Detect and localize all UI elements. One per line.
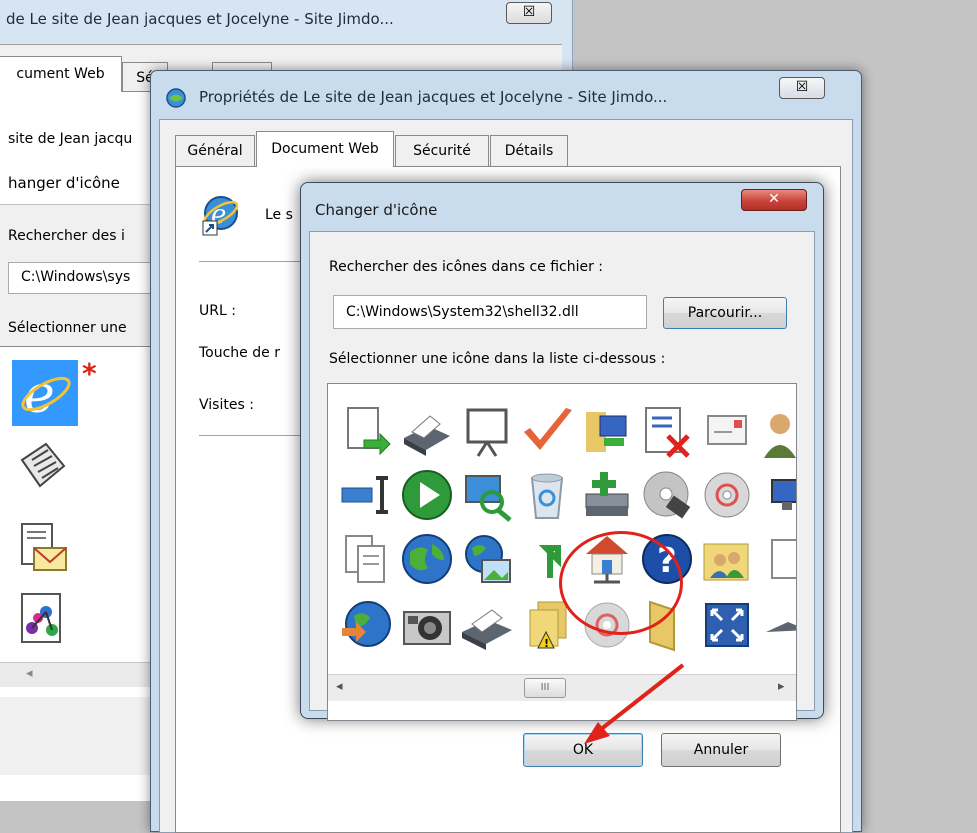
file-path-input[interactable]: C:\Windows\System32\shell32.dll <box>333 295 647 329</box>
fullscreen-icon[interactable] <box>698 596 756 654</box>
close-icon: ✕ <box>768 191 780 207</box>
disc-eject-icon[interactable] <box>638 466 696 524</box>
cancel-button[interactable]: Annuler <box>661 733 781 767</box>
play-button-icon[interactable] <box>398 466 456 524</box>
back-tab-document-web[interactable]: cument Web <box>0 56 122 92</box>
cd-icon[interactable] <box>698 466 756 524</box>
change-icon-close-button[interactable]: ✕ <box>741 189 807 211</box>
camera-icon[interactable] <box>398 596 456 654</box>
tab-document-web-label: Document Web <box>271 141 379 157</box>
browse-button-label: Parcourir... <box>687 305 763 321</box>
browse-button[interactable]: Parcourir... <box>663 297 787 329</box>
users-folder-icon[interactable] <box>698 530 756 588</box>
projection-screen-icon[interactable] <box>458 402 516 460</box>
back-scroll-left-icon[interactable]: ◂ <box>26 666 33 681</box>
mail-document-icon[interactable] <box>16 520 70 574</box>
checkmark-icon[interactable] <box>518 402 576 460</box>
svg-text:!: ! <box>544 637 549 650</box>
scroll-thumb[interactable]: III <box>524 678 566 698</box>
tab-document-web[interactable]: Document Web <box>256 131 394 167</box>
properties-close-button[interactable]: ☒ <box>779 77 825 99</box>
ok-button-label: OK <box>572 742 594 758</box>
globe-picture-icon[interactable] <box>458 530 516 588</box>
ok-button[interactable]: OK <box>523 733 643 767</box>
network-folder-icon[interactable] <box>578 402 636 460</box>
select-icon-label: Sélectionner une icône dans la liste ci-… <box>329 351 666 367</box>
hotkey-label: Touche de r <box>199 345 280 361</box>
back-path-value: C:\Windows\sys <box>21 269 131 285</box>
change-icon-dialog: Changer d'icône ✕ Rechercher des icônes … <box>300 182 824 767</box>
scroll-right-icon[interactable]: ▸ <box>778 679 785 694</box>
back-path-field[interactable]: C:\Windows\sys <box>8 262 168 294</box>
back-search-label: Rechercher des i <box>8 228 125 244</box>
highlight-circle <box>559 531 683 635</box>
tab-general-label: Général <box>187 143 243 159</box>
icon-list[interactable]: ? ! ◂ III ▸ <box>327 383 797 721</box>
back-window-title: de Le site de Jean jacques et Jocelyne -… <box>6 10 394 28</box>
back-site-text: site de Jean jacqu <box>8 131 133 147</box>
tab-details-label: Détails <box>504 143 554 159</box>
tab-securite-label: Sécurité <box>413 143 471 159</box>
icon-list-scrollbar[interactable]: ◂ III ▸ <box>328 674 796 701</box>
document-arrow-icon[interactable] <box>338 402 396 460</box>
globe-arrow-icon[interactable] <box>338 596 396 654</box>
tab-securite[interactable]: Sécurité <box>395 135 489 167</box>
mail-card-icon[interactable] <box>698 402 756 460</box>
close-icon: ☒ <box>795 79 809 95</box>
magnifier-monitor-icon[interactable] <box>458 466 516 524</box>
back-ie-icon[interactable]: e <box>12 360 78 426</box>
add-drive-icon[interactable] <box>578 466 636 524</box>
back-window-close-button[interactable]: ☒ <box>506 2 552 24</box>
back-scrollbar[interactable]: ◂ <box>0 662 160 687</box>
newspaper-icon[interactable] <box>16 440 70 494</box>
scroll-thumb-grip: III <box>540 682 550 693</box>
close-icon: ☒ <box>522 4 536 20</box>
copy-document-icon[interactable] <box>338 530 396 588</box>
text-cursor-icon[interactable] <box>338 466 396 524</box>
document-partial-icon[interactable] <box>758 530 796 588</box>
visits-label: Visites : <box>199 397 254 413</box>
printer-icon[interactable] <box>398 402 456 460</box>
globe-page-icon <box>165 87 187 109</box>
search-file-label: Rechercher des icônes dans ce fichier : <box>329 259 604 275</box>
molecule-document-icon[interactable] <box>14 590 72 648</box>
user-icon[interactable] <box>758 402 796 460</box>
internet-globe-icon[interactable] <box>398 530 456 588</box>
properties-window-title: Propriétés de Le site de Jean jacques et… <box>199 88 668 106</box>
computer-icon[interactable] <box>758 466 796 524</box>
delete-list-icon[interactable] <box>638 402 696 460</box>
recycle-bin-icon[interactable] <box>518 466 576 524</box>
tab-general[interactable]: Général <box>175 135 255 167</box>
site-name-prefix: Le s <box>265 207 293 223</box>
back-change-icon-title: hanger d'icône <box>8 174 120 192</box>
tab-details[interactable]: Détails <box>490 135 568 167</box>
scanner-partial-icon[interactable] <box>758 596 796 654</box>
shortcut-ie-icon: e <box>199 191 239 237</box>
scanner-icon[interactable] <box>458 596 516 654</box>
file-path-value: C:\Windows\System32\shell32.dll <box>346 304 579 320</box>
internet-explorer-icon: e <box>21 365 71 425</box>
url-label: URL : <box>199 303 236 319</box>
cancel-button-label: Annuler <box>693 742 749 758</box>
back-tab-label: cument Web <box>16 66 105 82</box>
back-select-label: Sélectionner une <box>8 320 127 336</box>
scroll-left-icon[interactable]: ◂ <box>336 679 343 694</box>
change-icon-title: Changer d'icône <box>315 201 438 219</box>
back-asterisk: * <box>82 357 97 390</box>
